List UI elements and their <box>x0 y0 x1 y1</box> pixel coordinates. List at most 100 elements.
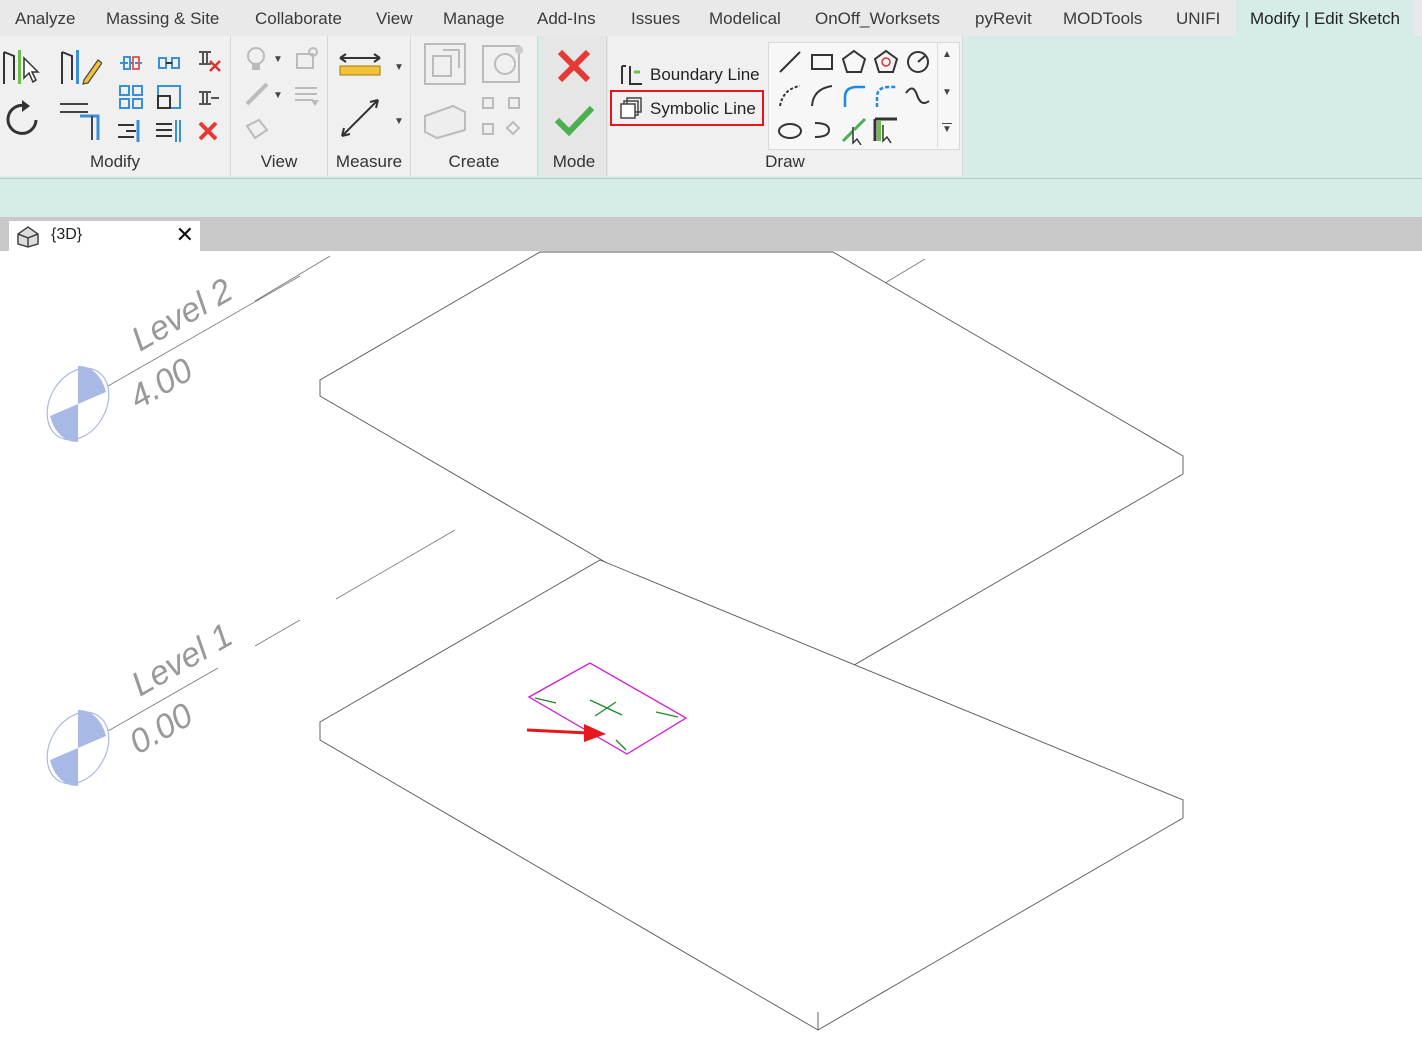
dimension-dropdown-icon[interactable]: ▼ <box>394 116 404 127</box>
pick-walls-button[interactable] <box>871 115 901 145</box>
split-gap-button[interactable] <box>154 116 184 146</box>
tab-massing-site[interactable]: Massing & Site <box>106 0 219 36</box>
tab-onoff-worksets[interactable]: OnOff_Worksets <box>815 0 940 36</box>
rotate-icon <box>6 100 38 135</box>
level-1-floor-slab[interactable] <box>319 559 1185 1031</box>
paint-dropdown-icon[interactable]: ▼ <box>273 90 283 101</box>
draw-line-button[interactable] <box>775 47 805 77</box>
3d-viewport[interactable]: Level 2 4.00 Level 1 0.00 <box>0 251 1422 1059</box>
draw-fillet-arc-button[interactable] <box>871 81 901 111</box>
array-icon <box>119 85 143 109</box>
create-group-button[interactable] <box>423 42 467 86</box>
array-button[interactable] <box>116 82 146 112</box>
cancel-edit-mode-button[interactable] <box>552 44 596 88</box>
fillet-arc-icon <box>875 85 897 107</box>
offset-button[interactable] <box>154 48 184 78</box>
draw-tangent-arc-button[interactable] <box>839 81 869 111</box>
gallery-down-icon[interactable]: ▼ <box>942 87 952 98</box>
create-panel: Create <box>411 36 538 176</box>
delete-x-icon <box>198 121 218 141</box>
tab-pyrevit[interactable]: pyRevit <box>975 0 1032 36</box>
draw-center-ends-arc-button[interactable] <box>807 81 837 111</box>
draw-rectangle-button[interactable] <box>807 47 837 77</box>
draw-partial-ellipse-button[interactable] <box>807 115 837 145</box>
scale-button[interactable] <box>154 82 184 112</box>
gallery-scrollbar[interactable]: ▲ ▼ ▼ <box>937 43 958 147</box>
tab-unifi[interactable]: UNIFI <box>1176 0 1220 36</box>
finish-edit-mode-button[interactable] <box>552 98 596 142</box>
draw-circle-button[interactable] <box>903 47 933 77</box>
tab-modtools[interactable]: MODTools <box>1063 0 1142 36</box>
tab-view[interactable]: View <box>376 0 413 36</box>
symbolic-line-button[interactable]: Symbolic Line <box>616 94 766 124</box>
draw-circumscribed-polygon-button[interactable] <box>871 47 901 77</box>
draw-tools-gallery: ▲ ▼ ▼ <box>768 42 960 150</box>
align-button[interactable] <box>116 48 146 78</box>
level-1-name: Level 1 <box>125 616 239 704</box>
pin-button[interactable] <box>193 82 223 112</box>
viewport-drawing[interactable]: Level 2 4.00 Level 1 0.00 <box>0 251 1422 1059</box>
create-assembly-button[interactable] <box>481 96 525 140</box>
3d-view-house-icon <box>17 226 39 248</box>
measure-panel: ▼ ▼ Measure <box>328 36 411 176</box>
paint-button[interactable] <box>241 80 271 110</box>
split-button[interactable] <box>116 116 146 146</box>
hide-isolate-dropdown-icon[interactable]: ▼ <box>273 54 283 65</box>
tab-analyze[interactable]: Analyze <box>15 0 75 36</box>
gallery-up-icon[interactable]: ▲ <box>942 49 952 60</box>
delete-button[interactable] <box>193 116 223 146</box>
unpin-button[interactable] <box>193 44 223 74</box>
lightbulb-icon <box>247 47 265 70</box>
override-graphics-button[interactable] <box>291 44 321 74</box>
draw-ellipse-button[interactable] <box>775 115 805 145</box>
scale-icon <box>157 85 181 109</box>
close-tab-icon[interactable]: ✕ <box>176 222 194 248</box>
gallery-expand-icon[interactable]: ▼ <box>942 123 952 136</box>
tangent-arc-icon <box>843 85 865 107</box>
create-panel-title: Create <box>448 152 500 171</box>
center-ends-arc-icon <box>811 85 833 107</box>
level-2-line-far <box>884 258 926 284</box>
draw-spline-button[interactable] <box>903 81 933 111</box>
create-similar-button[interactable] <box>481 42 525 86</box>
tab-issues[interactable]: Issues <box>631 0 680 36</box>
rectangle-icon <box>811 54 833 70</box>
ellipse-icon <box>778 123 802 139</box>
draw-start-end-arc-button[interactable] <box>775 81 805 111</box>
trim-extend-icon <box>60 103 100 140</box>
level-1-head-symbol[interactable] <box>35 701 121 795</box>
view-tab-3d[interactable]: {3D} ✕ <box>9 221 200 251</box>
finish-check-icon <box>554 105 595 137</box>
tab-add-ins[interactable]: Add-Ins <box>537 0 596 36</box>
measure-tool-button[interactable] <box>338 44 382 88</box>
tab-modelical[interactable]: Modelical <box>709 0 781 36</box>
trim-extend-button[interactable] <box>58 96 102 140</box>
hide-isolate-button[interactable] <box>241 44 271 74</box>
create-parts-button[interactable] <box>423 96 467 140</box>
level-2-floor-slab[interactable] <box>319 251 1184 687</box>
edit-element-button[interactable] <box>58 44 102 88</box>
pencil-edit-icon <box>61 50 102 85</box>
draw-inscribed-polygon-button[interactable] <box>839 47 869 77</box>
boundary-line-button[interactable]: Boundary Line <box>616 60 766 90</box>
view-panel: ▼ ▼ View <box>231 36 328 176</box>
tab-collaborate[interactable]: Collaborate <box>255 0 342 36</box>
pick-lines-icon <box>841 117 867 145</box>
tab-modify-edit-sketch[interactable]: Modify | Edit Sketch <box>1236 0 1414 36</box>
pick-lines-button[interactable] <box>839 115 869 145</box>
modify-select-button[interactable] <box>0 44 44 88</box>
level-2-head-symbol[interactable] <box>35 357 121 451</box>
level-1-line-segment-2 <box>254 619 301 647</box>
symbolic-line-icon <box>620 97 642 119</box>
rotate-button[interactable] <box>0 96 44 140</box>
measure-dropdown-icon[interactable]: ▼ <box>394 62 404 73</box>
aligned-dimension-icon <box>341 99 379 137</box>
cut-profile-button[interactable] <box>241 116 271 146</box>
aligned-dimension-button[interactable] <box>338 96 382 140</box>
measure-panel-title: Measure <box>335 152 403 171</box>
tab-manage[interactable]: Manage <box>443 0 504 36</box>
unpin-icon <box>199 51 221 72</box>
create-assembly-icon <box>482 97 521 136</box>
linework-button[interactable] <box>291 80 321 110</box>
pick-walls-icon <box>873 117 897 144</box>
